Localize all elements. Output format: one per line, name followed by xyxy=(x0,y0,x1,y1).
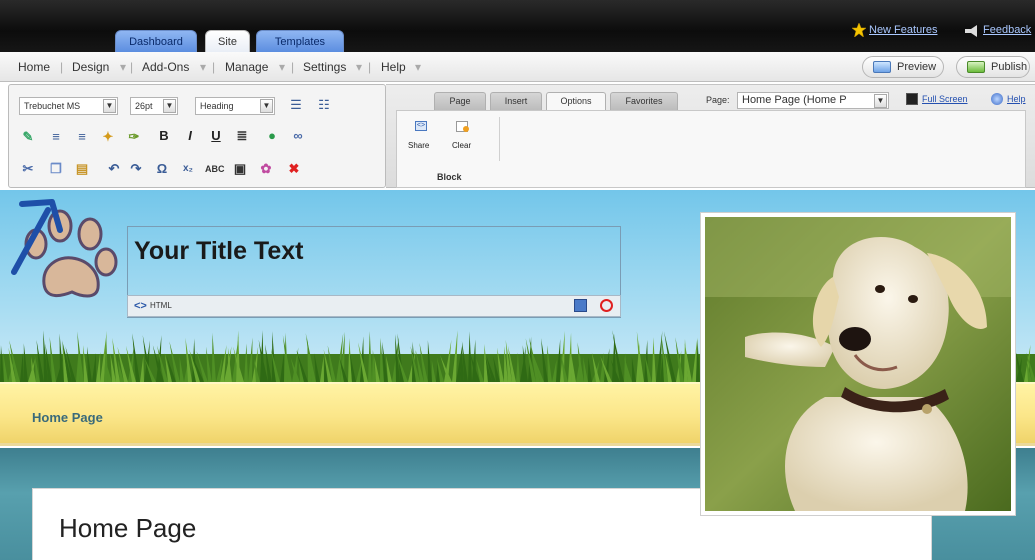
chevron-down-icon: ▼ xyxy=(163,99,176,113)
font-size-select[interactable]: 26pt ▼ xyxy=(130,97,178,115)
menu-design[interactable]: Design xyxy=(72,60,109,74)
publish-icon xyxy=(967,61,985,73)
menu-divider: | xyxy=(368,60,372,74)
chevron-down-icon: ▾ xyxy=(120,60,127,74)
title-edit-bar: <> HTML xyxy=(127,295,621,317)
full-screen-link[interactable]: Full Screen xyxy=(922,94,968,104)
monitor-icon xyxy=(873,61,891,73)
align-left-icon[interactable]: ≡ xyxy=(47,129,65,145)
tab-favorites[interactable]: Favorites xyxy=(610,92,678,110)
subscript-icon[interactable]: x₂ xyxy=(179,161,197,177)
bold-icon[interactable]: B xyxy=(155,128,173,144)
align-center-icon[interactable]: ≡ xyxy=(73,129,91,145)
paste-icon[interactable]: ▤ xyxy=(73,161,91,177)
chevron-down-icon: ▾ xyxy=(279,60,286,74)
font-size-value: 26pt xyxy=(135,101,153,111)
tab-page[interactable]: Page xyxy=(434,92,486,110)
puppy-photo xyxy=(705,217,1011,511)
page-select-value: Home Page (Home P xyxy=(742,94,847,106)
new-features-link[interactable]: New Features xyxy=(869,24,937,36)
paint-brush-icon[interactable]: ✎ xyxy=(19,129,37,145)
block-group-label: Block xyxy=(437,172,462,182)
menu-manage[interactable]: Manage xyxy=(225,60,268,74)
save-icon[interactable] xyxy=(574,299,587,312)
ribbon-body: <> Share Clear Block xyxy=(396,110,1026,188)
fullscreen-icon xyxy=(906,93,918,105)
spellcheck-icon[interactable]: ABC xyxy=(205,161,225,177)
arrow-annotation-icon xyxy=(11,199,63,275)
paragraph-style-value: Heading xyxy=(200,101,234,111)
cancel-icon[interactable] xyxy=(600,299,613,312)
clear-button[interactable]: Clear xyxy=(445,119,481,155)
megaphone-icon xyxy=(964,24,980,37)
app-header: Dashboard Site Templates New Features Fe… xyxy=(0,0,1035,52)
menu-help[interactable]: Help xyxy=(381,60,406,74)
menu-home[interactable]: Home xyxy=(18,60,50,74)
text-editor-toolbar: Trebuchet MS ▼ 26pt ▼ Heading ▼ ☰ ☷ ✎ ≡ … xyxy=(8,84,386,188)
tab-insert[interactable]: Insert xyxy=(490,92,542,110)
publish-button[interactable]: Publish xyxy=(956,56,1030,78)
screen: Dashboard Site Templates New Features Fe… xyxy=(0,0,1035,560)
ribbon-divider xyxy=(499,117,500,161)
nav-home-link[interactable]: Home Page xyxy=(32,410,103,425)
menu-add-ons[interactable]: Add-Ons xyxy=(142,60,189,74)
tab-dashboard[interactable]: Dashboard xyxy=(115,30,197,52)
menu-settings[interactable]: Settings xyxy=(303,60,346,74)
menu-divider: | xyxy=(130,60,134,74)
menu-divider: | xyxy=(291,60,295,74)
clear-label: Clear xyxy=(452,141,472,150)
html-code-icon[interactable]: <> xyxy=(134,300,147,312)
html-label[interactable]: HTML xyxy=(150,301,172,310)
cut-icon[interactable]: ✂ xyxy=(19,161,37,177)
preview-button[interactable]: Preview xyxy=(862,56,944,78)
globe-link-icon[interactable]: ● xyxy=(263,128,281,144)
special-char-icon[interactable]: Ω xyxy=(153,161,171,177)
page-heading[interactable]: Home Page xyxy=(59,513,196,544)
text-block-icon[interactable]: ▣ xyxy=(231,161,249,177)
numbered-list-icon[interactable]: ☰ xyxy=(287,97,305,113)
share-button[interactable]: <> Share xyxy=(403,119,439,155)
ribbon-panel: Page Insert Options Favorites Page: Home… xyxy=(386,84,1035,188)
undo-icon[interactable]: ↶ xyxy=(105,161,123,177)
paragraph-style-select[interactable]: Heading ▼ xyxy=(195,97,275,115)
list-options-icon[interactable]: ≣ xyxy=(233,128,251,144)
bullet-list-icon[interactable]: ☷ xyxy=(315,97,333,113)
tab-options[interactable]: Options xyxy=(546,92,606,110)
menu-bar: Home | Design ▾ | Add-Ons ▾ | Manage ▾ |… xyxy=(0,52,1035,82)
chevron-down-icon: ▼ xyxy=(874,94,887,108)
chevron-down-icon: ▾ xyxy=(200,60,207,74)
chevron-down-icon: ▼ xyxy=(103,99,116,113)
paint-icon[interactable]: ✿ xyxy=(257,161,275,177)
menu-divider: | xyxy=(212,60,216,74)
publish-label: Publish xyxy=(991,61,1028,73)
page-label: Page: xyxy=(706,95,730,105)
menu-divider: | xyxy=(60,60,64,74)
underline-icon[interactable]: U xyxy=(207,128,225,144)
feedback-link[interactable]: Feedback xyxy=(983,24,1031,36)
share-label: Share xyxy=(408,141,430,150)
star-icon xyxy=(851,22,867,38)
site-title[interactable]: Your Title Text xyxy=(134,237,303,266)
help-link[interactable]: Help xyxy=(1007,94,1026,104)
clear-badge-icon xyxy=(463,126,469,132)
puppy-photo-frame[interactable] xyxy=(700,212,1016,516)
highlight-icon[interactable]: ✦ xyxy=(99,129,117,145)
tab-templates[interactable]: Templates xyxy=(256,30,344,52)
chevron-down-icon: ▾ xyxy=(356,60,363,74)
brush-icon[interactable]: ✑ xyxy=(125,129,143,145)
help-icon xyxy=(991,93,1003,105)
preview-label: Preview xyxy=(897,61,937,73)
redo-icon[interactable]: ↷ xyxy=(127,161,145,177)
chevron-down-icon: ▾ xyxy=(415,60,422,74)
italic-icon[interactable]: I xyxy=(181,128,199,144)
share-icon: <> xyxy=(415,121,427,131)
chevron-down-icon: ▼ xyxy=(260,99,273,113)
font-family-value: Trebuchet MS xyxy=(24,101,81,111)
page-select[interactable]: Home Page (Home P ▼ xyxy=(737,92,889,109)
delete-icon[interactable]: ✖ xyxy=(285,161,303,177)
link-icon[interactable]: ∞ xyxy=(289,128,307,144)
copy-icon[interactable]: ❐ xyxy=(47,161,65,177)
tab-site[interactable]: Site xyxy=(205,30,250,52)
font-family-select[interactable]: Trebuchet MS ▼ xyxy=(19,97,118,115)
